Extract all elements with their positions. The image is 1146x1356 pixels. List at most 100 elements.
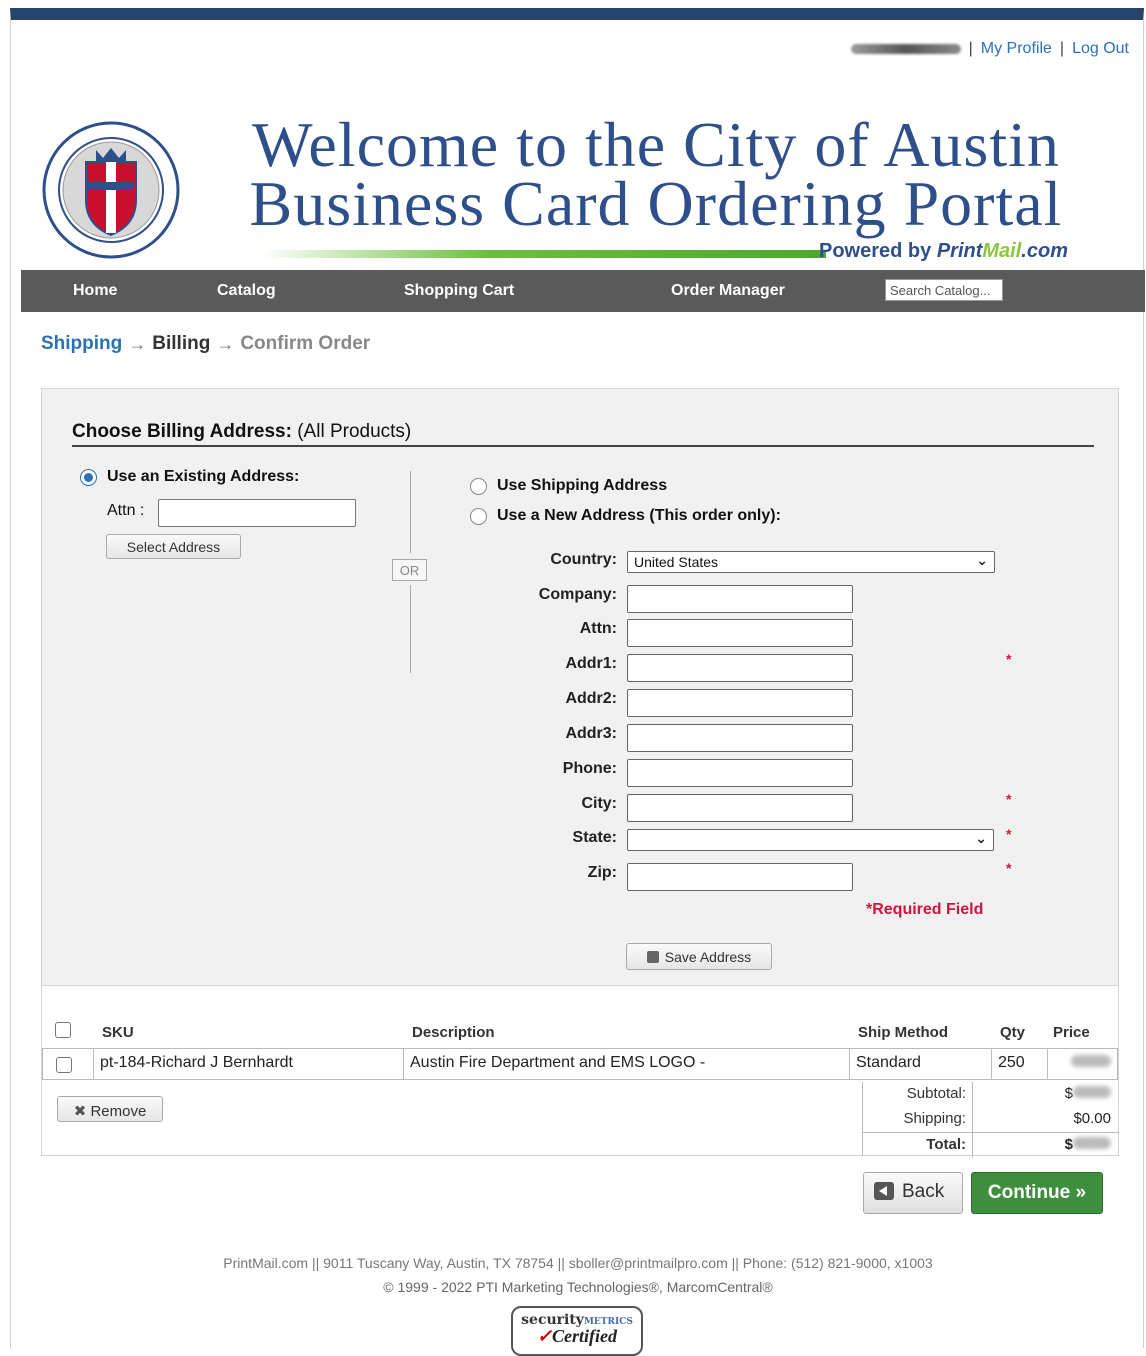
powered-by-label: Powered by [819,240,932,262]
divider [72,445,1094,447]
price-redacted [1073,1137,1111,1149]
brand-com: .com [1021,240,1068,262]
arrow-left-icon [874,1182,894,1200]
nav-shopping-cart[interactable]: Shopping Cart [404,282,514,300]
addr2-label: Addr2: [565,690,617,707]
subtotal-value: $ [1065,1085,1111,1102]
remove-label: Remove [90,1103,147,1120]
new-address-label: Use a New Address (This order only): [497,507,781,524]
arrow-right-icon: → [216,333,235,354]
total-label: Total: [863,1133,973,1158]
powered-by: Powered by PrintMail.com [819,240,1068,263]
price-header: Price [1053,1024,1090,1041]
use-new-option[interactable]: Use a New Address (This order only): [470,507,781,525]
back-button[interactable]: Back [863,1172,963,1214]
description-cell: Austin Fire Department and EMS LOGO - [404,1049,850,1079]
description-header: Description [412,1024,495,1041]
arrow-right-icon: → [128,333,147,354]
city-seal-logo [42,121,180,259]
user-name-redacted [850,44,961,54]
required-marker: * [1006,826,1012,842]
portal-title: Welcome to the City of Austin Business C… [206,113,1106,239]
page: | My Profile | Log Out Welcome to the Ci… [10,8,1145,1356]
printmail-logo: PrintMail.com [937,240,1068,262]
shipping-value: $0.00 [1073,1110,1111,1127]
nav-home[interactable]: Home [73,282,117,300]
shipping-address-label: Use Shipping Address [497,477,668,494]
country-label: Country: [550,551,617,568]
use-existing-option[interactable]: Use an Existing Address: [80,468,299,486]
total-row: Total: $ [863,1132,1119,1158]
billing-title-sub: (All Products) [297,421,412,442]
country-value: United States [634,554,719,570]
shipping-address-radio[interactable] [470,477,487,495]
phone-label: Phone: [562,760,617,777]
row-checkbox[interactable] [56,1057,72,1073]
table-row: pt-184-Richard J Bernhardt Austin Fire D… [42,1048,1118,1080]
checkout-steps: Shipping → Billing → Confirm Order [41,333,370,355]
addr3-input[interactable] [627,724,853,752]
existing-address-label: Use an Existing Address: [107,468,300,485]
existing-address-radio[interactable] [80,468,97,486]
search-catalog-input[interactable]: Search Catalog... [885,279,1003,301]
order-totals: Subtotal: $ Shipping: $0.00 Total: $ [862,1082,1120,1158]
select-all-checkbox[interactable] [55,1022,71,1038]
currency-symbol: $ [1064,1085,1073,1102]
addr1-input[interactable] [627,654,853,682]
existing-attn-input[interactable] [158,499,356,527]
nav-catalog[interactable]: Catalog [217,282,276,300]
security-metrics-badge: securityMETRICS ✓Certified [511,1306,643,1356]
price-cell [1048,1049,1118,1079]
addr2-input[interactable] [627,689,853,717]
shipping-label: Shipping: [863,1107,973,1132]
currency-symbol: $ [1064,1136,1073,1153]
billing-title: Choose Billing Address: (All Products) [72,421,411,443]
ship-method-header: Ship Method [858,1024,948,1041]
company-input[interactable] [627,585,853,613]
billing-title-label: Choose Billing Address: [72,421,292,442]
title-line-2: Business Card Ordering Portal [249,168,1063,239]
shipping-row: Shipping: $0.00 [863,1107,1119,1132]
attn-input[interactable] [627,619,853,647]
badge-certified: Certified [552,1326,618,1346]
price-redacted [1071,1055,1111,1067]
state-label: State: [572,829,617,846]
country-select[interactable]: United States ⌄ [627,551,995,573]
city-input[interactable] [627,794,853,822]
save-address-button[interactable]: Save Address [626,943,772,970]
required-marker: * [1006,860,1012,876]
phone-input[interactable] [627,759,853,787]
required-marker: * [1006,651,1012,667]
footer-contact: PrintMail.com || 9011 Tuscany Way, Austi… [223,1255,933,1271]
total-value: $ [1065,1136,1111,1153]
price-redacted [1073,1086,1111,1098]
separator: | [1059,40,1065,57]
qty-header: Qty [1000,1024,1026,1041]
company-label: Company: [538,586,617,603]
header-accent-bar [261,250,826,258]
state-select[interactable]: ⌄ [627,829,994,851]
continue-button[interactable]: Continue » [971,1172,1103,1214]
use-shipping-option[interactable]: Use Shipping Address [470,477,667,495]
step-shipping[interactable]: Shipping [41,333,122,355]
addr1-label: Addr1: [565,655,617,672]
or-separator: OR [392,559,427,581]
ship-method-cell: Standard [850,1049,992,1079]
brand-mail: Mail [982,240,1022,262]
attn-label: Attn : [107,502,145,519]
required-field-note: *Required Field [866,901,984,918]
row-checkbox-cell [42,1049,94,1079]
separator: | [968,40,973,57]
save-icon [646,951,659,963]
my-profile-link[interactable]: My Profile [981,40,1052,58]
remove-button[interactable]: ✖ Remove [57,1096,163,1122]
new-address-radio[interactable] [470,507,487,525]
chevron-down-icon: ⌄ [975,830,987,846]
sku-header: SKU [102,1024,134,1041]
nav-order-manager[interactable]: Order Manager [671,282,785,300]
subtotal-row: Subtotal: $ [863,1082,1119,1107]
log-out-link[interactable]: Log Out [1072,40,1129,58]
zip-input[interactable] [627,863,853,891]
select-address-button[interactable]: Select Address [106,534,241,559]
required-marker: * [1006,791,1012,807]
